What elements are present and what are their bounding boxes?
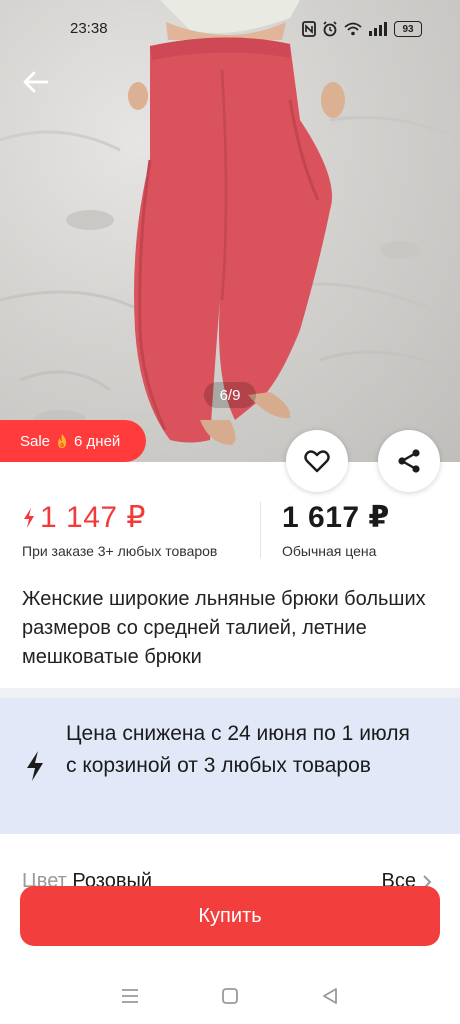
system-nav-bar	[0, 978, 460, 1014]
section-divider	[0, 688, 460, 698]
sale-price-block: 1 147 ₽ При заказе 3+ любых товаров	[22, 500, 217, 559]
promo-banner: Цена снижена с 24 июня по 1 июля с корзи…	[0, 698, 460, 834]
battery-icon: 93	[394, 21, 422, 37]
product-title: Женские широкие льняные брюки больших ра…	[22, 588, 426, 668]
status-icons: 93	[302, 18, 422, 40]
price-divider	[260, 502, 261, 558]
triangle-back-icon	[323, 988, 337, 1004]
menu-icon	[122, 989, 138, 1003]
home-button[interactable]	[215, 981, 245, 1011]
share-button[interactable]	[378, 430, 440, 492]
system-back-button[interactable]	[315, 981, 345, 1011]
signal-icon	[369, 22, 387, 36]
favorite-button[interactable]	[286, 430, 348, 492]
nfc-icon	[302, 21, 316, 37]
lightning-icon	[27, 751, 43, 781]
lightning-icon	[24, 507, 34, 528]
sale-badge: Sale 6 дней	[0, 420, 146, 462]
arrow-left-icon	[23, 71, 49, 93]
status-time: 23:38	[70, 20, 108, 37]
sale-price-note: При заказе 3+ любых товаров	[22, 543, 218, 559]
sale-label: Sale	[20, 432, 51, 450]
sale-duration: 6 дней	[74, 432, 121, 450]
buy-button[interactable]: Купить	[20, 886, 440, 946]
share-icon	[398, 449, 420, 473]
product-image-gallery[interactable]: 23:38 93 6/9	[0, 0, 460, 462]
back-button[interactable]	[18, 64, 54, 100]
heart-icon	[304, 450, 330, 473]
promo-text: Цена снижена с 24 июня по 1 июля с корзи…	[66, 722, 410, 777]
regular-price-note: Обычная цена	[282, 543, 377, 559]
wifi-icon	[344, 22, 362, 36]
alarm-icon	[323, 21, 337, 37]
status-bar: 23:38 93	[0, 0, 460, 58]
square-icon	[222, 988, 238, 1004]
regular-price-block: 1 617 ₽ Обычная цена	[282, 500, 390, 559]
gallery-counter: 6/9	[204, 382, 256, 408]
regular-price: 1 617 ₽	[282, 501, 390, 534]
fire-icon	[58, 434, 67, 448]
recent-apps-button[interactable]	[115, 981, 145, 1011]
price-block: 1 147 ₽ При заказе 3+ любых товаров 1 61…	[0, 500, 460, 570]
sale-price-row: 1 147 ₽	[22, 500, 217, 535]
sale-price: 1 147 ₽	[40, 501, 146, 534]
